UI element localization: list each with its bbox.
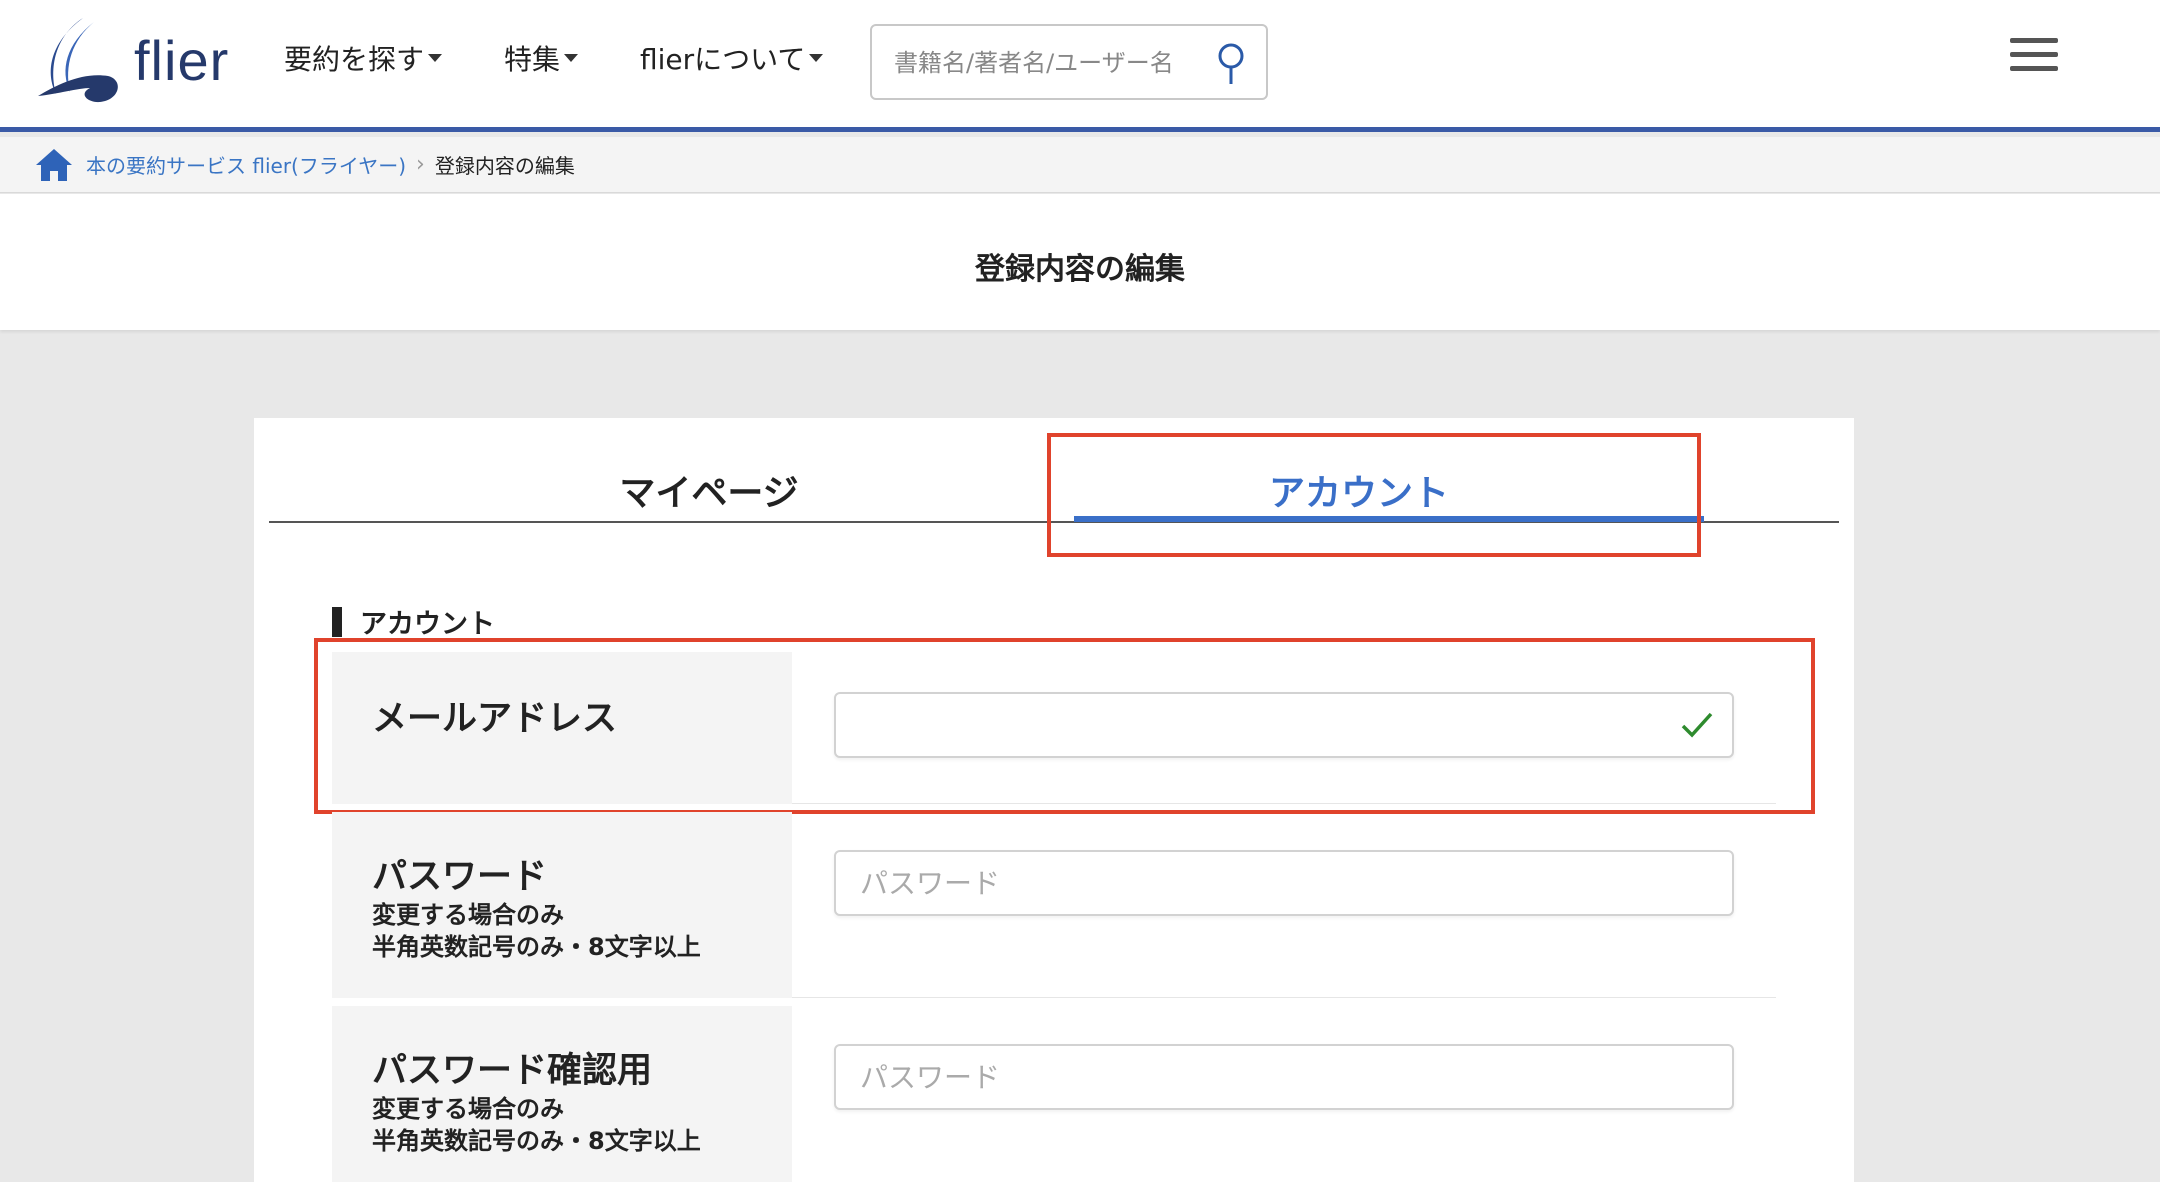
checkmark-icon	[1681, 712, 1713, 738]
nav-item-label: 特集	[504, 43, 561, 76]
nav-item-label: flierについて	[640, 43, 806, 76]
password-row: パスワード 変更する場合のみ 半角英数記号のみ・8文字以上	[332, 812, 1776, 998]
password-hint-change: 変更する場合のみ	[372, 901, 564, 929]
breadcrumb-current: 登録内容の編集	[434, 154, 575, 178]
site-logo[interactable]: flier	[28, 14, 238, 106]
chevron-right-icon: ›	[416, 152, 425, 177]
password-hint-rules: 半角英数記号のみ・8文字以上	[372, 933, 701, 961]
search-input[interactable]	[894, 40, 1194, 86]
nav-features[interactable]: 特集	[504, 38, 579, 78]
tab-account[interactable]: アカウント	[1044, 464, 1674, 522]
search-box	[870, 24, 1268, 100]
nav-item-label: 要約を探す	[284, 43, 425, 76]
email-label-cell: メールアドレス	[332, 652, 792, 804]
settings-card: マイページ アカウント アカウント メールアドレス パスワード 変更する場合のみ…	[254, 418, 1854, 1182]
nav-find-summaries[interactable]: 要約を探す	[284, 38, 443, 78]
page-title: 登録内容の編集	[975, 252, 1185, 287]
section-heading-label: アカウント	[360, 609, 495, 640]
section-bar	[332, 606, 342, 637]
password-confirm-label: パスワード確認用	[372, 1051, 653, 1091]
password-confirm-row: パスワード確認用 変更する場合のみ 半角英数記号のみ・8文字以上	[332, 1006, 1776, 1182]
password-label-cell: パスワード 変更する場合のみ 半角英数記号のみ・8文字以上	[332, 812, 792, 998]
caret-down-icon	[564, 54, 579, 62]
section-heading: アカウント	[332, 602, 495, 641]
brand-name: flier	[134, 28, 230, 92]
title-bar: 登録内容の編集	[0, 194, 2160, 330]
breadcrumb: 本の要約サービス flier(フライヤー) › 登録内容の編集	[0, 137, 2160, 193]
home-icon[interactable]	[34, 147, 74, 183]
password-confirm-hint-change: 変更する場合のみ	[372, 1095, 564, 1123]
site-header: flier 要約を探す 特集 flierについて	[0, 0, 2160, 132]
search-icon[interactable]	[1214, 42, 1248, 88]
flier-logo-icon	[38, 18, 118, 103]
password-confirm-hint-rules: 半角英数記号のみ・8文字以上	[372, 1127, 701, 1155]
caret-down-icon	[809, 54, 824, 62]
password-label: パスワード	[372, 857, 548, 897]
hamburger-menu-icon[interactable]	[2010, 38, 2058, 74]
password-confirm-input[interactable]	[834, 1044, 1734, 1110]
active-tab-indicator	[1074, 516, 1704, 522]
email-row: メールアドレス	[332, 652, 1776, 804]
tab-mypage[interactable]: マイページ	[609, 464, 809, 516]
email-field[interactable]	[834, 692, 1734, 758]
caret-down-icon	[428, 54, 443, 62]
email-label: メールアドレス	[372, 699, 618, 739]
tab-bar: マイページ アカウント	[269, 418, 1839, 523]
breadcrumb-link-home[interactable]: 本の要約サービス flier(フライヤー)	[86, 150, 406, 179]
password-confirm-label-cell: パスワード確認用 変更する場合のみ 半角英数記号のみ・8文字以上	[332, 1006, 792, 1182]
nav-about-flier[interactable]: flierについて	[640, 38, 824, 78]
password-input[interactable]	[834, 850, 1734, 916]
